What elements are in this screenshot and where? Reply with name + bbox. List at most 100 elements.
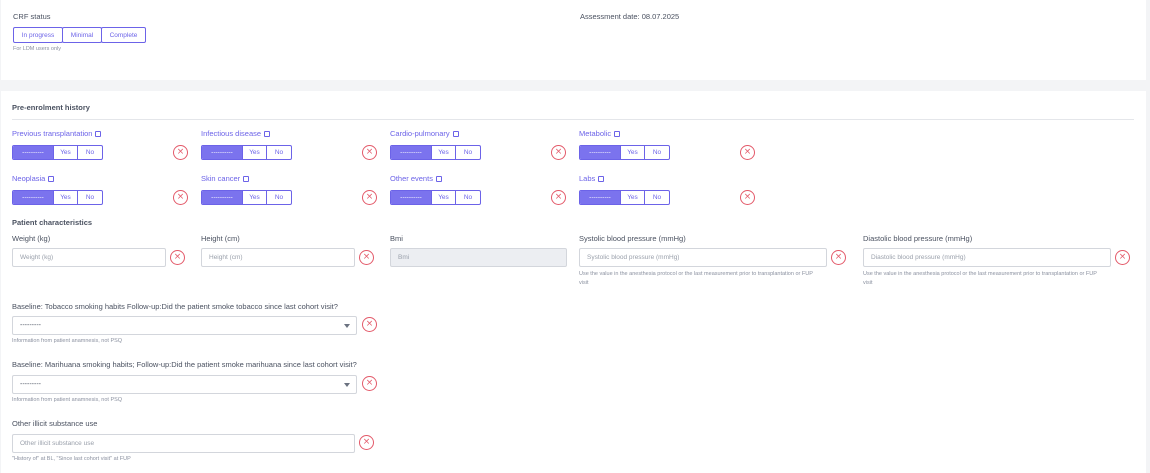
option-empty[interactable]: ---------- <box>202 146 243 159</box>
close-circle-icon[interactable]: × <box>170 250 185 265</box>
option-empty[interactable]: ---------- <box>13 191 54 204</box>
close-circle-icon[interactable]: × <box>1115 250 1130 265</box>
option-empty[interactable]: ---------- <box>391 191 432 204</box>
infectious-disease-label: Infectious disease <box>201 129 262 138</box>
metabolic-toggle: ---------- Yes No <box>579 145 670 160</box>
chevron-down-icon <box>344 383 350 387</box>
infectious-disease-link[interactable]: Infectious disease <box>201 129 271 138</box>
systolic-hint-cont: visit <box>579 280 589 286</box>
crf-status-group: In progress Minimal Complete <box>13 27 146 43</box>
bmi-input: Bmi <box>390 248 567 267</box>
marihuana-value: --------- <box>20 381 41 388</box>
option-yes[interactable]: Yes <box>621 191 645 204</box>
marihuana-label: Baseline: Marihuana smoking habits; Foll… <box>12 360 357 369</box>
skin-cancer-link[interactable]: Skin cancer <box>201 174 250 183</box>
skin-cancer-label: Skin cancer <box>201 174 241 183</box>
option-no[interactable]: No <box>456 191 480 204</box>
illicit-label: Other illicit substance use <box>12 419 98 428</box>
skin-cancer-toggle: ---------- Yes No <box>201 190 292 205</box>
illicit-hint: "History of" at BL, "Since last cohort v… <box>12 456 131 462</box>
pre-enrolment-title: Pre-enrolment history <box>12 103 90 112</box>
neoplasia-label: Neoplasia <box>12 174 46 183</box>
marihuana-hint: Information from patient anamnesis, not … <box>12 397 123 403</box>
previous-transplantation-link[interactable]: Previous transplantation <box>12 129 102 138</box>
labs-label: Labs <box>579 174 596 183</box>
option-yes[interactable]: Yes <box>54 146 78 159</box>
systolic-input[interactable]: Systolic blood pressure (mmHg) <box>579 248 827 267</box>
close-circle-icon[interactable]: × <box>362 190 377 205</box>
option-no[interactable]: No <box>267 191 291 204</box>
option-no[interactable]: No <box>645 146 669 159</box>
close-circle-icon[interactable]: × <box>359 435 374 450</box>
close-circle-icon[interactable]: × <box>740 190 755 205</box>
neoplasia-link[interactable]: Neoplasia <box>12 174 55 183</box>
option-no[interactable]: No <box>645 191 669 204</box>
previous-transplantation-toggle: ---------- Yes No <box>12 145 103 160</box>
close-circle-icon[interactable]: × <box>551 145 566 160</box>
close-circle-icon[interactable]: × <box>362 317 377 332</box>
patient-characteristics-title: Patient characteristics <box>12 218 93 227</box>
assessment-date: Assessment date: 08.07.2025 <box>580 12 680 21</box>
crf-status-card: CRF status In progress Minimal Complete … <box>1 0 1146 80</box>
close-circle-icon[interactable]: × <box>831 250 846 265</box>
diastolic-hint: Use the value in the anesthesia protocol… <box>863 271 1097 277</box>
close-circle-icon[interactable]: × <box>359 250 374 265</box>
external-link-icon <box>243 175 250 182</box>
tobacco-value: --------- <box>20 322 41 329</box>
weight-input[interactable]: Weight (kg) <box>12 248 166 267</box>
option-no[interactable]: No <box>78 191 102 204</box>
bmi-label: Bmi <box>390 234 403 243</box>
option-empty[interactable]: ---------- <box>580 191 621 204</box>
option-no[interactable]: No <box>78 146 102 159</box>
close-circle-icon[interactable]: × <box>551 190 566 205</box>
labs-toggle: ---------- Yes No <box>579 190 670 205</box>
external-link-icon <box>435 175 442 182</box>
option-empty[interactable]: ---------- <box>580 146 621 159</box>
systolic-label: Systolic blood pressure (mmHg) <box>579 234 686 243</box>
option-yes[interactable]: Yes <box>621 146 645 159</box>
other-events-label: Other events <box>390 174 433 183</box>
external-link-icon <box>48 175 55 182</box>
close-circle-icon[interactable]: × <box>362 145 377 160</box>
metabolic-label: Metabolic <box>579 129 612 138</box>
previous-transplantation-label: Previous transplantation <box>12 129 93 138</box>
illicit-input[interactable]: Other illicit substance use <box>12 434 355 453</box>
option-empty[interactable]: ---------- <box>202 191 243 204</box>
option-yes[interactable]: Yes <box>243 191 267 204</box>
cardio-pulmonary-toggle: ---------- Yes No <box>390 145 481 160</box>
cardio-pulmonary-link[interactable]: Cardio-pulmonary <box>390 129 459 138</box>
external-link-icon <box>264 130 271 137</box>
close-circle-icon[interactable]: × <box>740 145 755 160</box>
section-divider <box>12 119 1134 120</box>
external-link-icon <box>598 175 605 182</box>
neoplasia-toggle: ---------- Yes No <box>12 190 103 205</box>
external-link-icon <box>614 130 621 137</box>
height-input[interactable]: Height (cm) <box>201 248 355 267</box>
close-circle-icon[interactable]: × <box>362 376 377 391</box>
close-circle-icon[interactable]: × <box>173 145 188 160</box>
close-circle-icon[interactable]: × <box>173 190 188 205</box>
crf-in-progress-button[interactable]: In progress <box>13 27 63 43</box>
other-events-link[interactable]: Other events <box>390 174 442 183</box>
option-empty[interactable]: ---------- <box>13 146 54 159</box>
tobacco-hint: Information from patient anamnesis, not … <box>12 338 123 344</box>
crf-status-label: CRF status <box>13 12 51 21</box>
marihuana-select[interactable]: --------- <box>12 375 357 394</box>
tobacco-select[interactable]: --------- <box>12 316 357 335</box>
metabolic-link[interactable]: Metabolic <box>579 129 621 138</box>
crf-hint: For LDM users only <box>13 46 61 52</box>
tobacco-label: Baseline: Tobacco smoking habits Follow-… <box>12 302 338 311</box>
crf-minimal-button[interactable]: Minimal <box>62 27 102 43</box>
crf-complete-button[interactable]: Complete <box>101 27 146 43</box>
option-yes[interactable]: Yes <box>432 146 456 159</box>
option-yes[interactable]: Yes <box>243 146 267 159</box>
weight-label: Weight (kg) <box>12 234 51 243</box>
infectious-disease-toggle: ---------- Yes No <box>201 145 292 160</box>
labs-link[interactable]: Labs <box>579 174 605 183</box>
diastolic-input[interactable]: Diastolic blood pressure (mmHg) <box>863 248 1111 267</box>
option-empty[interactable]: ---------- <box>391 146 432 159</box>
option-no[interactable]: No <box>456 146 480 159</box>
option-yes[interactable]: Yes <box>432 191 456 204</box>
option-no[interactable]: No <box>267 146 291 159</box>
option-yes[interactable]: Yes <box>54 191 78 204</box>
